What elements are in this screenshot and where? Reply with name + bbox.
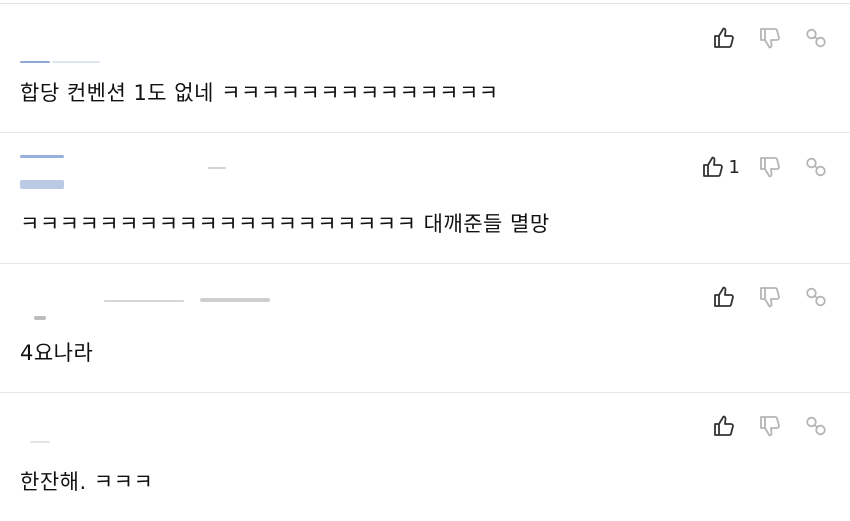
like-button[interactable] [712, 26, 740, 50]
comment-item: 1 ㅋㅋㅋㅋㅋㅋㅋㅋㅋㅋㅋㅋㅋㅋㅋㅋㅋㅋㅋㅋ 대깨준들 멸망 [0, 133, 850, 264]
author-name [52, 61, 100, 63]
thumbs-down-icon [758, 285, 782, 309]
thumbs-up-icon [712, 285, 736, 309]
share-button[interactable] [804, 414, 828, 438]
like-button[interactable]: 1 [701, 155, 740, 179]
author-avatar [20, 180, 64, 189]
comment-text: 한잔해. ㅋㅋㅋ [20, 470, 154, 494]
thumbs-up-icon [701, 155, 725, 179]
share-button[interactable] [804, 26, 828, 50]
like-button[interactable] [712, 414, 740, 438]
comment-text: 4요나라 [20, 341, 94, 365]
link-icon [804, 285, 828, 309]
link-icon [804, 26, 828, 50]
dislike-button[interactable] [758, 155, 782, 179]
like-count: 1 [728, 156, 740, 178]
thumbs-down-icon [758, 414, 782, 438]
comment-text: 합당 컨벤션 1도 없네 ㅋㅋㅋㅋㅋㅋㅋㅋㅋㅋㅋㅋㅋㅋ [20, 81, 499, 105]
like-button[interactable] [712, 285, 740, 309]
comment-text: ㅋㅋㅋㅋㅋㅋㅋㅋㅋㅋㅋㅋㅋㅋㅋㅋㅋㅋㅋㅋ 대깨준들 멸망 [20, 212, 550, 236]
comment-item: 4요나라 [0, 264, 850, 393]
dislike-button[interactable] [758, 285, 782, 309]
author-avatar [30, 441, 50, 443]
thumbs-up-icon [712, 26, 736, 50]
comment-list: 합당 컨벤션 1도 없네 ㅋㅋㅋㅋㅋㅋㅋㅋㅋㅋㅋㅋㅋㅋ 1 ㅋㅋㅋㅋㅋㅋㅋㅋㅋㅋ… [0, 0, 850, 521]
author-avatar [20, 61, 50, 63]
comment-item: 한잔해. ㅋㅋㅋ [0, 393, 850, 521]
thumbs-down-icon [758, 155, 782, 179]
comment-item: 합당 컨벤션 1도 없네 ㅋㅋㅋㅋㅋㅋㅋㅋㅋㅋㅋㅋㅋㅋ [0, 4, 850, 133]
link-icon [804, 414, 828, 438]
dislike-button[interactable] [758, 26, 782, 50]
dislike-button[interactable] [758, 414, 782, 438]
author-avatar [34, 316, 46, 320]
share-button[interactable] [804, 285, 828, 309]
author-name [20, 155, 64, 158]
link-icon [804, 155, 828, 179]
comment-meta [208, 167, 226, 169]
author-name [104, 300, 184, 302]
thumbs-up-icon [712, 414, 736, 438]
comment-meta [200, 298, 270, 302]
thumbs-down-icon [758, 26, 782, 50]
share-button[interactable] [804, 155, 828, 179]
